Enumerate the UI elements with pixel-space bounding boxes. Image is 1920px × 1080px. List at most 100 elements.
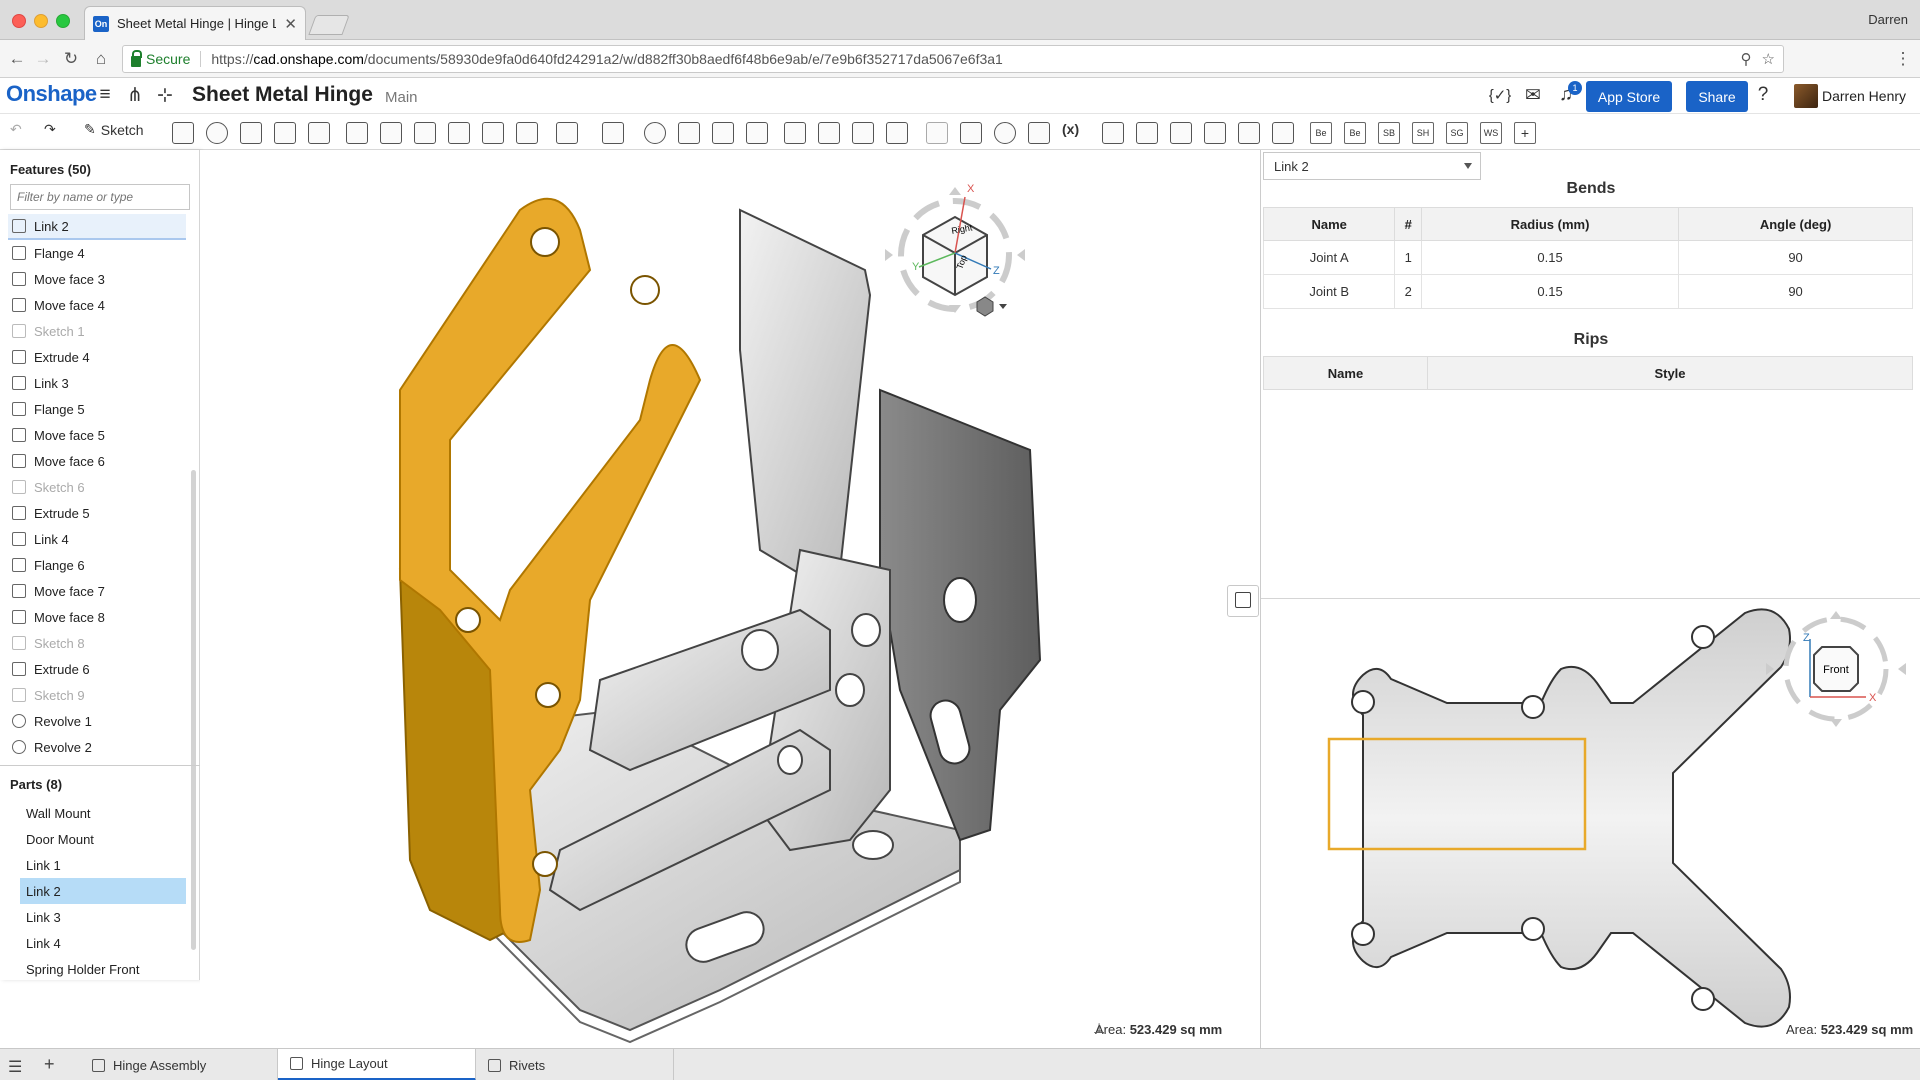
loft-tool-icon[interactable]	[274, 122, 296, 144]
boolean-tool-icon[interactable]	[644, 122, 666, 144]
part-item[interactable]: Link 4	[20, 930, 186, 956]
mirror-tool-icon[interactable]	[602, 122, 624, 144]
minimize-window-button[interactable]	[34, 14, 48, 28]
thicken-tool-icon[interactable]	[308, 122, 330, 144]
sketch-button[interactable]: ✎ Sketch	[84, 121, 144, 138]
sweep-tool-icon[interactable]	[240, 122, 262, 144]
onshape-logo[interactable]: Onshape	[6, 81, 97, 107]
hem-tool-icon[interactable]	[1170, 122, 1192, 144]
hinge-model-render[interactable]: Right Top X Y Z	[200, 150, 1260, 1048]
fillet-tool-icon[interactable]	[346, 122, 368, 144]
comments-icon[interactable]: ✉	[1522, 84, 1544, 106]
reload-icon[interactable]: ↻	[60, 48, 82, 70]
parts-list-scrollbar[interactable]	[191, 800, 196, 950]
insert-icon[interactable]: ⊹	[154, 84, 176, 106]
split-tool-icon[interactable]	[678, 122, 700, 144]
hamburger-menu-icon[interactable]: ≡	[94, 84, 116, 106]
part-item[interactable]: Door Mount	[20, 826, 186, 852]
document-title[interactable]: Sheet Metal Hinge	[192, 83, 373, 107]
flat-part-select[interactable]: Link 2	[1263, 152, 1481, 180]
flat-view-tool-icon[interactable]	[1272, 122, 1294, 144]
custom-feature-1-button[interactable]: Be	[1310, 122, 1332, 144]
feature-item[interactable]: Extrude 6	[8, 656, 186, 682]
plane-tool-icon[interactable]	[926, 122, 948, 144]
offset-surface-tool-icon[interactable]	[852, 122, 874, 144]
feature-item[interactable]: Flange 4	[8, 240, 186, 266]
measure-icon[interactable]: ⊥	[1093, 1020, 1105, 1037]
add-custom-feature-icon[interactable]: +	[1514, 122, 1536, 144]
feature-item[interactable]: Move face 6	[8, 448, 186, 474]
feature-item[interactable]: Link 4	[8, 526, 186, 552]
feature-filter-input[interactable]	[10, 184, 190, 210]
url-input[interactable]: Secure https://cad.onshape.com/documents…	[122, 45, 1784, 73]
feature-item[interactable]: Sketch 9	[8, 682, 186, 708]
feature-item[interactable]: Move face 8	[8, 604, 186, 630]
forward-icon[interactable]: →	[32, 48, 54, 70]
feature-item[interactable]: Flange 6	[8, 552, 186, 578]
mate-connector-tool-icon[interactable]	[994, 122, 1016, 144]
part-item[interactable]: Link 2	[20, 878, 186, 904]
part-item[interactable]: Link 1	[20, 852, 186, 878]
chamfer-tool-icon[interactable]	[380, 122, 402, 144]
feature-item[interactable]: Extrude 5	[8, 500, 186, 526]
undo-icon[interactable]: ↶	[10, 121, 22, 138]
back-icon[interactable]: ←	[6, 48, 28, 70]
extrude-tool-icon[interactable]	[172, 122, 194, 144]
rib-tool-icon[interactable]	[448, 122, 470, 144]
extension-icon[interactable]: ⚲	[1741, 50, 1752, 68]
feature-item[interactable]: Sketch 8	[8, 630, 186, 656]
element-tab[interactable]: Hinge Assembly	[80, 1049, 278, 1080]
shell-tool-icon[interactable]	[482, 122, 504, 144]
element-tab[interactable]: Rivets	[476, 1049, 674, 1080]
user-avatar[interactable]	[1794, 84, 1818, 108]
feature-item[interactable]: Move face 4	[8, 292, 186, 318]
custom-feature-5-button[interactable]: SG	[1446, 122, 1468, 144]
maximize-window-button[interactable]	[56, 14, 70, 28]
redo-icon[interactable]: ↷	[44, 121, 56, 138]
feature-item[interactable]: Extrude 4	[8, 344, 186, 370]
tab-tool-icon[interactable]	[1204, 122, 1226, 144]
part-item[interactable]: Link 3	[20, 904, 186, 930]
bookmark-star-icon[interactable]: ☆	[1762, 50, 1775, 68]
help-icon[interactable]: ?	[1752, 84, 1774, 106]
fill-tool-icon[interactable]	[886, 122, 908, 144]
close-tab-icon[interactable]: ✕	[284, 15, 297, 33]
app-store-button[interactable]: App Store	[1586, 81, 1672, 112]
browser-profile-name[interactable]: Darren	[1868, 12, 1908, 27]
feature-item[interactable]: Sketch 6	[8, 474, 186, 500]
transform-tool-icon[interactable]	[712, 122, 734, 144]
feature-item[interactable]: Move face 3	[8, 266, 186, 292]
custom-feature-2-button[interactable]: Be	[1344, 122, 1366, 144]
add-tab-icon[interactable]: +	[44, 1054, 55, 1075]
version-history-icon[interactable]: ⋔	[124, 84, 146, 106]
hole-tool-icon[interactable]	[516, 122, 538, 144]
browser-menu-icon[interactable]: ⋮	[1892, 48, 1914, 70]
fit-spline-tool-icon[interactable]	[1028, 122, 1050, 144]
part-item[interactable]: Spring Holder Front	[20, 956, 186, 982]
helix-tool-icon[interactable]	[960, 122, 982, 144]
feature-item[interactable]: Revolve 1	[8, 708, 186, 734]
share-button[interactable]: Share	[1686, 81, 1748, 112]
graphics-viewport[interactable]: Right Top X Y Z Area: 523.429 sq mm ⊥	[200, 150, 1260, 1048]
secure-indicator[interactable]: Secure	[131, 49, 190, 67]
feature-item[interactable]: Move face 5	[8, 422, 186, 448]
variable-tool-icon[interactable]: (x)	[1062, 121, 1079, 137]
element-tab[interactable]: Hinge Layout	[278, 1049, 476, 1080]
feature-item[interactable]: Sketch 1	[8, 318, 186, 344]
custom-feature-6-button[interactable]: WS	[1480, 122, 1502, 144]
tab-manager-icon[interactable]: ☰	[8, 1057, 22, 1077]
sheet-metal-model-icon[interactable]	[1102, 122, 1124, 144]
feature-item[interactable]: Link 3	[8, 370, 186, 396]
revolve-tool-icon[interactable]	[206, 122, 228, 144]
browser-tab[interactable]: On Sheet Metal Hinge | Hinge Layout ✕	[84, 6, 306, 40]
close-window-button[interactable]	[12, 14, 26, 28]
table-row[interactable]: Joint B 2 0.15 90	[1262, 274, 1913, 309]
custom-feature-4-button[interactable]: SH	[1412, 122, 1434, 144]
feature-item[interactable]: Move face 7	[8, 578, 186, 604]
featurescript-icon[interactable]: {✓}	[1489, 84, 1512, 106]
table-row[interactable]: Joint A 1 0.15 90	[1262, 240, 1913, 275]
draft-tool-icon[interactable]	[414, 122, 436, 144]
user-menu[interactable]: Darren Henry	[1822, 88, 1906, 104]
feature-item[interactable]: Flange 5	[8, 396, 186, 422]
replace-face-tool-icon[interactable]	[818, 122, 840, 144]
